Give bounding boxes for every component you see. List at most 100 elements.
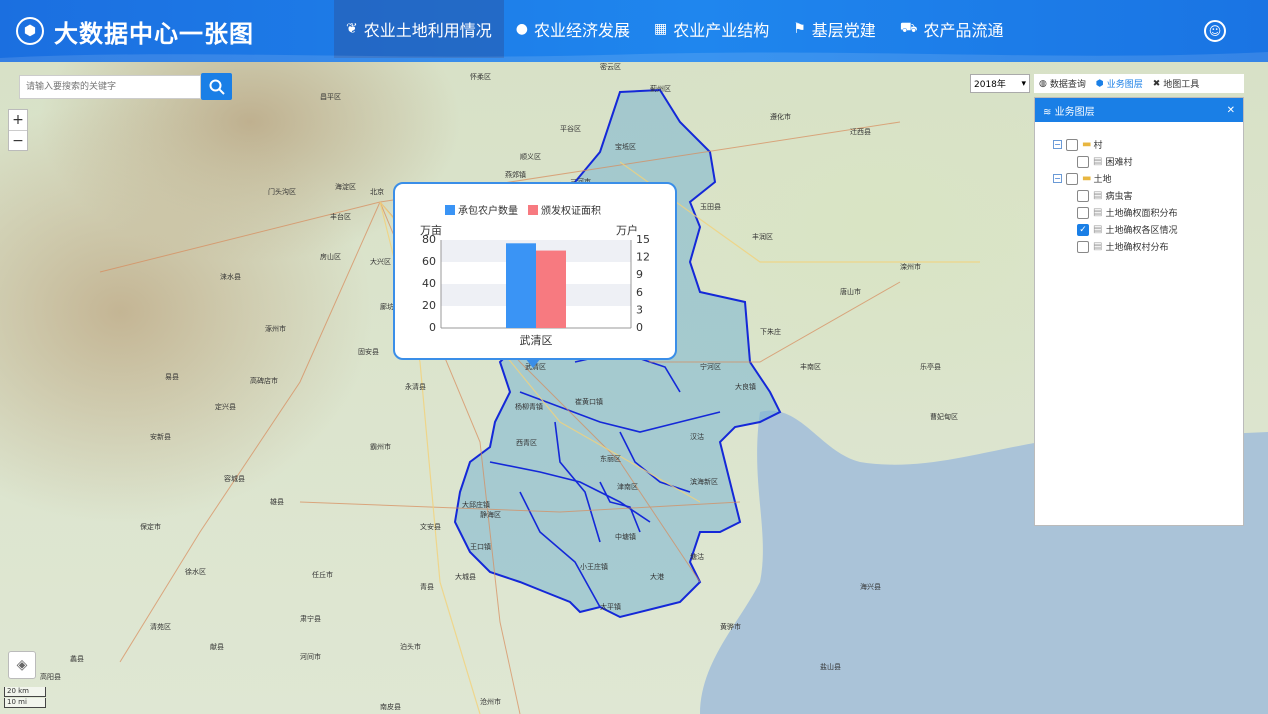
- place-label: 静海区: [480, 511, 501, 519]
- place-label: 燕郊镇: [505, 171, 526, 179]
- search-icon: [209, 79, 225, 95]
- checkbox[interactable]: [1077, 189, 1089, 202]
- y-tick-right: 0: [636, 321, 643, 334]
- place-label: 盐山县: [820, 663, 841, 671]
- place-label: 蓟州区: [650, 85, 671, 93]
- layers-icon: ⬢: [1095, 78, 1104, 89]
- tree-label: 土地确权面积分布: [1105, 209, 1178, 219]
- layers-icon: ≋: [1043, 106, 1052, 118]
- checkbox[interactable]: [1077, 206, 1089, 219]
- tool-business-layers[interactable]: ⬢ 业务图层: [1091, 77, 1148, 91]
- popup-pointer: [525, 358, 541, 368]
- place-label: 泊头市: [400, 643, 421, 651]
- search-input[interactable]: [19, 75, 201, 99]
- zoom-in-button[interactable]: +: [9, 110, 27, 130]
- scale-bar: 20 km 10 mi: [4, 686, 46, 708]
- basemap-switch-button[interactable]: ◈: [8, 651, 36, 679]
- place-label: 宝坻区: [615, 143, 636, 151]
- district-popup: 承包农户数量 颁发权证面积 80 60 40 20 0 15 12 9 6 3 0 万亩 万户 武清区: [393, 182, 677, 360]
- place-label: 滨海新区: [690, 478, 718, 486]
- tree-label: 村: [1093, 141, 1103, 151]
- place-label: 平谷区: [560, 125, 581, 133]
- close-icon[interactable]: ✕: [1227, 105, 1235, 116]
- place-label: 肃宁县: [300, 615, 321, 623]
- place-label: 迁西县: [850, 128, 871, 136]
- place-label: 遵化市: [770, 113, 791, 121]
- place-label: 下朱庄: [760, 328, 781, 336]
- checkbox[interactable]: [1077, 240, 1089, 253]
- scale-mi: 10 mi: [4, 698, 46, 708]
- place-label: 北京: [370, 188, 384, 196]
- bar-chart: 80604020015129630万亩 万户武清区: [420, 223, 650, 347]
- panel-title: 业务图层: [1054, 106, 1095, 118]
- place-label: 定兴县: [215, 403, 236, 411]
- place-label: 献县: [210, 643, 224, 651]
- place-label: 东丽区: [600, 455, 621, 463]
- cube-hex-icon: ⬢: [16, 17, 44, 45]
- document-icon: ▤: [1093, 241, 1103, 252]
- checkbox[interactable]: [1066, 172, 1078, 185]
- place-label: 沧州市: [480, 698, 501, 706]
- nav-label: 基层党建: [811, 21, 876, 40]
- year-select[interactable]: 2018年 ▾: [970, 74, 1030, 93]
- globe-icon: ◍: [1039, 78, 1047, 89]
- tree-item: ▤ 土地确权面积分布: [1035, 204, 1243, 221]
- place-label: 霸州市: [370, 443, 391, 451]
- place-label: 门头沟区: [268, 188, 296, 196]
- bar-certificate-area: [536, 250, 566, 328]
- place-label: 密云区: [600, 63, 621, 71]
- leaf-icon: ❦: [346, 21, 358, 37]
- place-label: 太平镇: [600, 603, 621, 611]
- place-label: 崔黄口镇: [575, 398, 603, 406]
- place-label: 保定市: [140, 523, 161, 531]
- y-tick-right: 15: [636, 233, 650, 246]
- place-label: 玉田县: [700, 203, 721, 211]
- y-axis-right-label: 万户: [616, 223, 638, 237]
- place-label: 易县: [165, 373, 179, 381]
- place-label: 怀柔区: [470, 73, 491, 81]
- tool-data-query[interactable]: ◍ 数据查询: [1034, 77, 1091, 91]
- tree-item: ▤ 病虫害: [1035, 187, 1243, 204]
- y-tick-left: 60: [422, 255, 436, 268]
- place-label: 中塘镇: [615, 533, 636, 541]
- y-tick-left: 20: [422, 299, 436, 312]
- place-label: 清苑区: [150, 623, 171, 631]
- place-label: 王口镇: [470, 543, 491, 551]
- y-axis-left-label: 万亩: [420, 223, 442, 237]
- y-tick-left: 40: [422, 277, 436, 290]
- place-label: 唐山市: [840, 288, 861, 296]
- checkbox[interactable]: [1066, 138, 1078, 151]
- tree-group-village: − ▬ 村: [1035, 136, 1243, 153]
- zoom-out-button[interactable]: −: [9, 130, 27, 150]
- place-label: 丰润区: [752, 233, 773, 241]
- place-label: 容城县: [224, 475, 245, 483]
- document-icon: ▤: [1093, 156, 1103, 167]
- y-tick-right: 3: [636, 303, 643, 316]
- tree-item: ✓ ▤ 土地确权各区情况: [1035, 221, 1243, 238]
- place-label: 大港: [650, 573, 664, 581]
- place-label: 固安县: [358, 348, 379, 356]
- folder-icon: ▬: [1082, 173, 1092, 184]
- checkbox[interactable]: [1077, 155, 1089, 168]
- tree-label: 土地: [1093, 175, 1112, 185]
- place-label: 安新县: [150, 433, 171, 441]
- y-tick-left: 0: [429, 321, 436, 334]
- bar-households: [506, 243, 536, 328]
- layer-tree: − ▬ 村 ▤ 困难村 − ▬ 土地 ▤ 病虫害 ▤ 土地确权面积分布 ✓ ▤ …: [1035, 122, 1243, 255]
- tree-item: ▤ 困难村: [1035, 153, 1243, 170]
- layer-panel-header: ≋ 业务图层 ✕: [1035, 98, 1243, 122]
- place-label: 大城县: [455, 573, 476, 581]
- collapse-toggle[interactable]: −: [1053, 174, 1062, 183]
- search-button[interactable]: [201, 73, 232, 100]
- tree-label: 病虫害: [1105, 192, 1133, 202]
- scale-km: 20 km: [4, 687, 46, 697]
- user-avatar-icon[interactable]: ☺: [1204, 20, 1226, 42]
- top-header: ⬢ 大数据中心一张图 ❦ 农业土地利用情况 ● 农业经济发展 ▦ 农业产业结构 …: [0, 0, 1268, 62]
- tree-group-land: − ▬ 土地: [1035, 170, 1243, 187]
- folder-icon: ▬: [1082, 139, 1092, 150]
- collapse-toggle[interactable]: −: [1053, 140, 1062, 149]
- tool-map-tools[interactable]: ✖ 地图工具: [1148, 77, 1205, 91]
- checkbox-checked[interactable]: ✓: [1077, 223, 1089, 236]
- place-label: 黄骅市: [720, 623, 741, 631]
- place-label: 高阳县: [40, 673, 61, 681]
